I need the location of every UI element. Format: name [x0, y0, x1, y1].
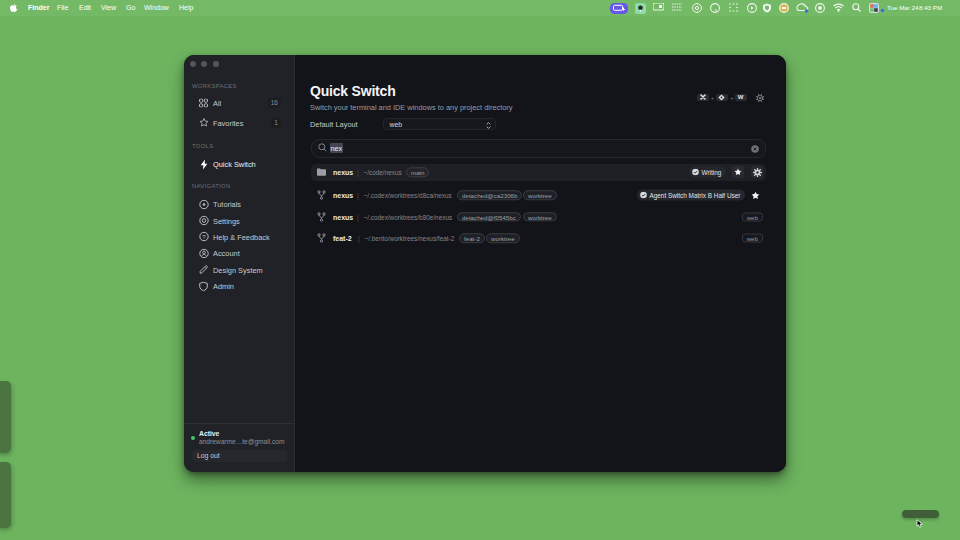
svg-text:?: ? [202, 234, 206, 240]
